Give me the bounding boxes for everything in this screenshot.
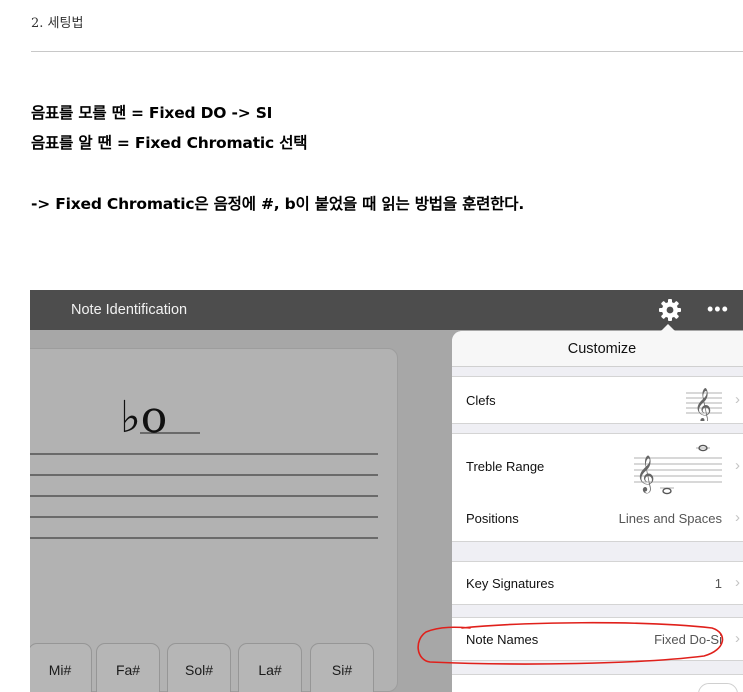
chevron-right-icon: › (735, 509, 740, 526)
treble-clef-icon: 𝄞 (686, 388, 722, 421)
bold-line-1: 음표를 모를 땐 = Fixed DO -> SI (31, 104, 273, 122)
note-button-label: Sol# (184, 662, 214, 678)
bold-line-2: 음표를 알 땐 = Fixed Chromatic 선택 (31, 134, 308, 152)
row-value: 1 (714, 576, 722, 591)
toggle-switch[interactable] (698, 683, 738, 692)
note-button-la-sharp[interactable]: La# (238, 643, 302, 692)
row-label: Clefs (466, 393, 496, 408)
row-positions[interactable]: Positions Lines and Spaces › (452, 497, 743, 542)
row-treble-range[interactable]: Treble Range 𝄞 › (452, 433, 743, 499)
row-key-signatures[interactable]: Key Signatures 1 › (452, 561, 743, 605)
more-icon[interactable]: ••• (707, 299, 729, 319)
bold-line-3: -> Fixed Chromatic은 음정에 #, b이 붙었을 때 읽는 방… (31, 195, 525, 213)
chevron-right-icon: › (735, 457, 740, 474)
note-button-label: Si# (331, 662, 353, 678)
row-label: Treble Range (466, 459, 545, 474)
note-button-label: Fa# (115, 662, 141, 678)
section-title: 2. 세팅법 (31, 16, 84, 31)
row-value: Lines and Spaces (618, 511, 722, 526)
note-button-label: Mi# (48, 662, 72, 678)
customize-popover: Customize Clefs 𝄞 › Treble Range 𝄞 › Pos… (452, 331, 743, 692)
note-button-si-sharp[interactable]: Si# (310, 643, 374, 692)
note-button-sol-sharp[interactable]: Sol# (167, 643, 231, 692)
staff: ♭o (30, 392, 378, 539)
popover-title: Customize (567, 341, 637, 357)
popover-header: Customize (452, 331, 743, 367)
row-label: Note Names (466, 632, 539, 647)
chevron-right-icon: › (735, 574, 740, 591)
app-title-bar: Note Identification ••• (30, 290, 743, 330)
note-button-label: La# (258, 662, 282, 678)
svg-text:𝄞: 𝄞 (694, 388, 712, 421)
row-value: Fixed Do-Si (654, 632, 722, 647)
row-label: Positions (466, 511, 519, 526)
divider (31, 51, 743, 52)
flat-note-glyph: ♭o (120, 392, 167, 443)
row-label: Key Signatures (466, 576, 555, 591)
app-title: Note Identification (71, 302, 188, 318)
row-next-partial[interactable] (452, 674, 743, 692)
note-button-fa-sharp[interactable]: Fa# (96, 643, 160, 692)
chevron-right-icon: › (735, 391, 740, 408)
gear-icon[interactable] (658, 298, 682, 322)
chevron-right-icon: › (735, 630, 740, 647)
row-note-names[interactable]: Note Names Fixed Do-Si › (452, 617, 743, 661)
treble-range-icon: 𝄞 (634, 444, 722, 495)
note-button-mi-sharp[interactable]: Mi# (30, 643, 92, 692)
app-screenshot: Note Identification ••• ♭o Mi# Fa# Sol# … (30, 290, 743, 692)
svg-text:𝄞: 𝄞 (636, 454, 655, 493)
row-clefs[interactable]: Clefs 𝄞 › (452, 376, 743, 424)
